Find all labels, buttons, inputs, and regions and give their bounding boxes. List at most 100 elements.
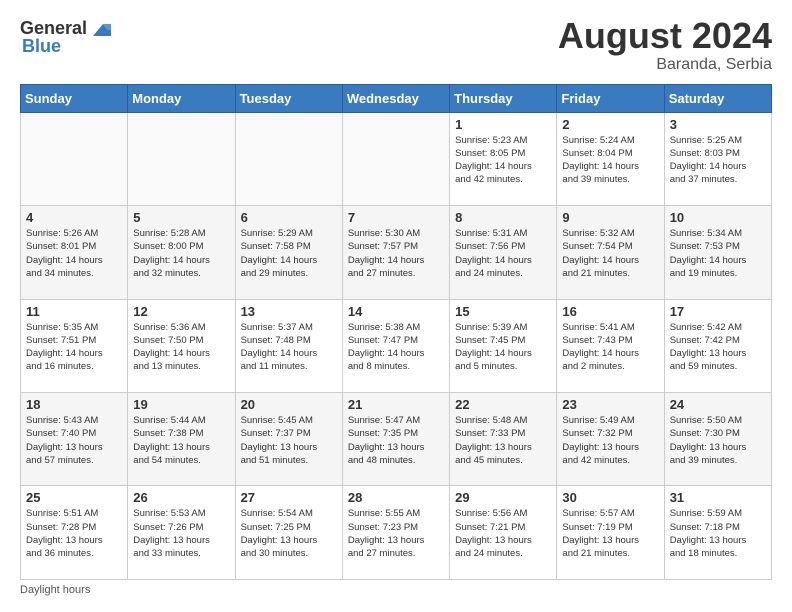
table-row: 9 Sunrise: 5:32 AM Sunset: 7:54 PM Daylig… xyxy=(557,206,664,299)
calendar-week-row: 11 Sunrise: 5:35 AM Sunset: 7:51 PM Dayli… xyxy=(21,299,772,392)
table-row xyxy=(235,112,342,205)
day-info: Sunrise: 5:55 AM Sunset: 7:23 PM Dayligh… xyxy=(348,507,444,560)
day-info: Sunrise: 5:24 AM Sunset: 8:04 PM Dayligh… xyxy=(562,134,658,187)
table-row: 26Sunrise: 5:53 AM Sunset: 7:26 PM Dayli… xyxy=(128,486,235,580)
table-row: 15Sunrise: 5:39 AM Sunset: 7:45 PM Dayli… xyxy=(450,299,557,392)
col-sunday: Sunday xyxy=(21,84,128,112)
day-info: Sunrise: 5:29 AM Sunset: 7:58 PM Dayligh… xyxy=(241,227,337,280)
table-row: 5 Sunrise: 5:28 AM Sunset: 8:00 PM Daylig… xyxy=(128,206,235,299)
table-row: 24 Sunrise: 5:50 AM Sunset: 7:30 PM Dayli… xyxy=(664,393,771,486)
day-number: 28 xyxy=(348,490,444,505)
day-info: Sunrise: 5:35 AM Sunset: 7:51 PM Dayligh… xyxy=(26,321,122,374)
day-info: Sunrise: 5:28 AM Sunset: 8:00 PM Dayligh… xyxy=(133,227,229,280)
day-info: Sunrise: 5:38 AM Sunset: 7:47 PM Dayligh… xyxy=(348,321,444,374)
table-row: 13 Sunrise: 5:37 AM Sunset: 7:48 PM Dayli… xyxy=(235,299,342,392)
table-row: 27Sunrise: 5:54 AM Sunset: 7:25 PM Dayli… xyxy=(235,486,342,580)
header: General Blue August 2024 Baranda, Serbia xyxy=(20,16,772,74)
day-number: 24 xyxy=(670,397,766,412)
day-number: 1 xyxy=(455,117,551,132)
table-row: 31 Sunrise: 5:59 AM Sunset: 7:18 PM Dayli… xyxy=(664,486,771,580)
table-row: 10 Sunrise: 5:34 AM Sunset: 7:53 PM Dayli… xyxy=(664,206,771,299)
table-row: 2 Sunrise: 5:24 AM Sunset: 8:04 PM Daylig… xyxy=(557,112,664,205)
day-number: 25 xyxy=(26,490,122,505)
day-number: 30 xyxy=(562,490,658,505)
table-row: 28 Sunrise: 5:55 AM Sunset: 7:23 PM Dayli… xyxy=(342,486,449,580)
day-number: 23 xyxy=(562,397,658,412)
day-info: Sunrise: 5:34 AM Sunset: 7:53 PM Dayligh… xyxy=(670,227,766,280)
calendar-table: Sunday Monday Tuesday Wednesday Thursday… xyxy=(20,84,772,580)
day-info: Sunrise: 5:59 AM Sunset: 7:18 PM Dayligh… xyxy=(670,507,766,560)
day-info: Sunrise: 5:37 AM Sunset: 7:48 PM Dayligh… xyxy=(241,321,337,374)
day-info: Sunrise: 5:43 AM Sunset: 7:40 PM Dayligh… xyxy=(26,414,122,467)
col-monday: Monday xyxy=(128,84,235,112)
day-number: 5 xyxy=(133,210,229,225)
day-info: Sunrise: 5:53 AM Sunset: 7:26 PM Dayligh… xyxy=(133,507,229,560)
day-info: Sunrise: 5:51 AM Sunset: 7:28 PM Dayligh… xyxy=(26,507,122,560)
day-number: 11 xyxy=(26,304,122,319)
table-row: 17Sunrise: 5:42 AM Sunset: 7:42 PM Dayli… xyxy=(664,299,771,392)
day-number: 4 xyxy=(26,210,122,225)
day-info: Sunrise: 5:23 AM Sunset: 8:05 PM Dayligh… xyxy=(455,134,551,187)
day-number: 31 xyxy=(670,490,766,505)
day-info: Sunrise: 5:45 AM Sunset: 7:37 PM Dayligh… xyxy=(241,414,337,467)
logo: General Blue xyxy=(20,16,113,57)
day-number: 10 xyxy=(670,210,766,225)
col-friday: Friday xyxy=(557,84,664,112)
day-info: Sunrise: 5:57 AM Sunset: 7:19 PM Dayligh… xyxy=(562,507,658,560)
calendar-week-row: 18 Sunrise: 5:43 AM Sunset: 7:40 PM Dayli… xyxy=(21,393,772,486)
day-number: 13 xyxy=(241,304,337,319)
day-number: 17 xyxy=(670,304,766,319)
table-row: 12Sunrise: 5:36 AM Sunset: 7:50 PM Dayli… xyxy=(128,299,235,392)
col-thursday: Thursday xyxy=(450,84,557,112)
table-row: 6 Sunrise: 5:29 AM Sunset: 7:58 PM Daylig… xyxy=(235,206,342,299)
title-section: August 2024 Baranda, Serbia xyxy=(558,16,772,74)
month-year: August 2024 xyxy=(558,16,772,56)
day-number: 21 xyxy=(348,397,444,412)
day-info: Sunrise: 5:44 AM Sunset: 7:38 PM Dayligh… xyxy=(133,414,229,467)
table-row: 21 Sunrise: 5:47 AM Sunset: 7:35 PM Dayli… xyxy=(342,393,449,486)
day-number: 6 xyxy=(241,210,337,225)
day-number: 20 xyxy=(241,397,337,412)
day-number: 15 xyxy=(455,304,551,319)
table-row: 3 Sunrise: 5:25 AM Sunset: 8:03 PM Daylig… xyxy=(664,112,771,205)
table-row xyxy=(128,112,235,205)
day-number: 16 xyxy=(562,304,658,319)
day-number: 8 xyxy=(455,210,551,225)
table-row xyxy=(342,112,449,205)
table-row: 18 Sunrise: 5:43 AM Sunset: 7:40 PM Dayli… xyxy=(21,393,128,486)
table-row: 20 Sunrise: 5:45 AM Sunset: 7:37 PM Dayli… xyxy=(235,393,342,486)
day-number: 9 xyxy=(562,210,658,225)
col-wednesday: Wednesday xyxy=(342,84,449,112)
day-number: 18 xyxy=(26,397,122,412)
table-row: 23Sunrise: 5:49 AM Sunset: 7:32 PM Dayli… xyxy=(557,393,664,486)
day-number: 7 xyxy=(348,210,444,225)
table-row: 19Sunrise: 5:44 AM Sunset: 7:38 PM Dayli… xyxy=(128,393,235,486)
calendar-week-row: 25 Sunrise: 5:51 AM Sunset: 7:28 PM Dayli… xyxy=(21,486,772,580)
logo-icon xyxy=(89,16,113,40)
day-number: 3 xyxy=(670,117,766,132)
day-info: Sunrise: 5:26 AM Sunset: 8:01 PM Dayligh… xyxy=(26,227,122,280)
table-row: 22 Sunrise: 5:48 AM Sunset: 7:33 PM Dayli… xyxy=(450,393,557,486)
day-number: 12 xyxy=(133,304,229,319)
day-info: Sunrise: 5:41 AM Sunset: 7:43 PM Dayligh… xyxy=(562,321,658,374)
table-row: 25 Sunrise: 5:51 AM Sunset: 7:28 PM Dayli… xyxy=(21,486,128,580)
day-info: Sunrise: 5:50 AM Sunset: 7:30 PM Dayligh… xyxy=(670,414,766,467)
page: General Blue August 2024 Baranda, Serbia… xyxy=(0,0,792,612)
day-number: 29 xyxy=(455,490,551,505)
logo-blue: Blue xyxy=(22,36,61,57)
day-info: Sunrise: 5:25 AM Sunset: 8:03 PM Dayligh… xyxy=(670,134,766,187)
day-info: Sunrise: 5:48 AM Sunset: 7:33 PM Dayligh… xyxy=(455,414,551,467)
table-row: 11 Sunrise: 5:35 AM Sunset: 7:51 PM Dayli… xyxy=(21,299,128,392)
col-tuesday: Tuesday xyxy=(235,84,342,112)
day-number: 27 xyxy=(241,490,337,505)
day-info: Sunrise: 5:32 AM Sunset: 7:54 PM Dayligh… xyxy=(562,227,658,280)
table-row: 8Sunrise: 5:31 AM Sunset: 7:56 PM Daylig… xyxy=(450,206,557,299)
day-number: 22 xyxy=(455,397,551,412)
table-row: 4 Sunrise: 5:26 AM Sunset: 8:01 PM Daylig… xyxy=(21,206,128,299)
day-info: Sunrise: 5:30 AM Sunset: 7:57 PM Dayligh… xyxy=(348,227,444,280)
day-number: 2 xyxy=(562,117,658,132)
table-row: 1 Sunrise: 5:23 AM Sunset: 8:05 PM Daylig… xyxy=(450,112,557,205)
day-info: Sunrise: 5:47 AM Sunset: 7:35 PM Dayligh… xyxy=(348,414,444,467)
footer-note: Daylight hours xyxy=(20,584,772,596)
calendar-week-row: 1 Sunrise: 5:23 AM Sunset: 8:05 PM Daylig… xyxy=(21,112,772,205)
